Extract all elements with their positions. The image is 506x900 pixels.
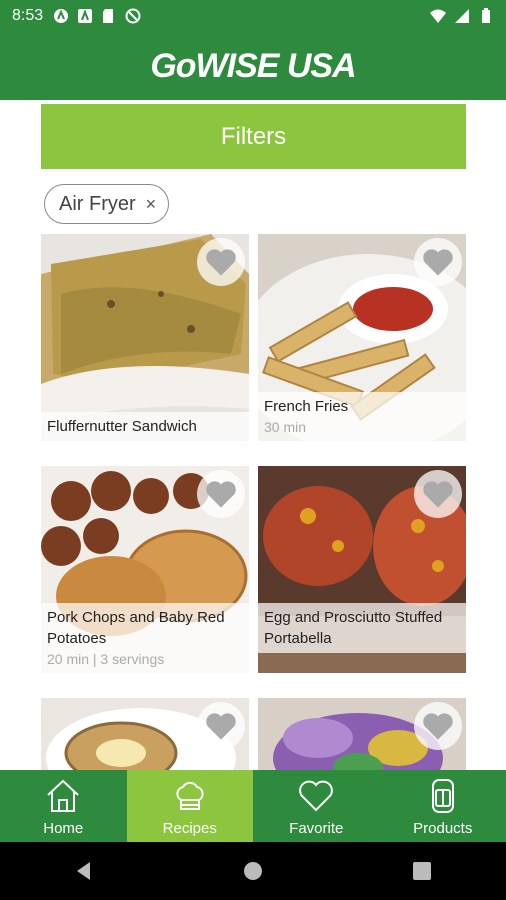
filter-chip-air-fryer[interactable]: Air Fryer × — [44, 184, 170, 224]
recipe-meta: 30 min — [264, 419, 307, 435]
filters-button[interactable]: Filters — [41, 104, 466, 169]
app-bar: GoWISE USA — [0, 32, 506, 100]
bottom-navigation: Home Recipes Favorite Products — [0, 770, 506, 842]
favorite-button[interactable] — [197, 702, 245, 750]
recipe-card[interactable]: Fluffernutter Sandwich — [41, 234, 249, 441]
favorite-button[interactable] — [414, 702, 462, 750]
nav-favorite[interactable]: Favorite — [253, 770, 380, 842]
favorite-button[interactable] — [197, 238, 245, 286]
heart-icon — [206, 249, 236, 276]
close-icon[interactable]: × — [146, 194, 157, 215]
recipe-info: Fluffernutter Sandwich — [41, 412, 249, 441]
heart-icon — [206, 481, 236, 508]
nav-recipes-label: Recipes — [162, 819, 217, 837]
recipe-card[interactable]: Egg and Prosciutto Stuffed Portabella — [258, 466, 466, 673]
heart-icon — [299, 780, 334, 811]
a-circle-icon — [54, 9, 69, 23]
nav-favorite-label: Favorite — [289, 819, 344, 837]
recipe-info: French Fries 30 min — [258, 392, 466, 441]
gowise-usa-logo: GoWISE USA — [150, 46, 356, 85]
sd-card-icon — [103, 9, 114, 23]
notification-icons — [53, 8, 141, 24]
heart-icon — [423, 249, 453, 276]
nav-products[interactable]: Products — [380, 770, 506, 842]
nav-products-label: Products — [413, 819, 473, 837]
nav-home[interactable]: Home — [0, 770, 127, 842]
battery-icon — [482, 8, 490, 23]
nav-home-label: Home — [43, 819, 84, 837]
filter-chip-label: Air Fryer — [59, 192, 136, 215]
recipe-info: Egg and Prosciutto Stuffed Portabella — [258, 603, 466, 653]
home-circle-icon[interactable] — [242, 860, 264, 882]
favorite-button[interactable] — [414, 470, 462, 518]
chef-hat-icon — [176, 781, 204, 810]
recipe-info: Pork Chops and Baby Red Potatoes 20 min … — [41, 603, 249, 673]
nav-recipes[interactable]: Recipes — [126, 770, 253, 842]
status-time: 8:53 — [12, 7, 44, 24]
recipe-title: French Fries — [264, 398, 349, 415]
air-fryer-icon — [431, 778, 454, 813]
system-navigation-bar — [0, 842, 506, 900]
recipe-title: Fluffernutter Sandwich — [47, 418, 197, 435]
recipe-meta: 20 min | 3 servings — [47, 651, 165, 667]
favorite-button[interactable] — [197, 470, 245, 518]
recents-icon[interactable] — [411, 860, 433, 882]
status-bar: 8:53 — [0, 0, 506, 32]
recipe-title: Egg and Prosciutto Stuffed Portabella — [264, 609, 443, 647]
favorite-button[interactable] — [414, 238, 462, 286]
recipe-card[interactable] — [41, 698, 249, 770]
heart-icon — [423, 713, 453, 740]
recipe-card[interactable]: French Fries 30 min — [258, 234, 466, 441]
heart-icon — [206, 713, 236, 740]
wifi-icon — [430, 9, 446, 23]
recipe-title: Pork Chops and Baby Red Potatoes — [47, 609, 225, 647]
no-sync-icon — [125, 8, 141, 24]
recipe-card[interactable]: Pork Chops and Baby Red Potatoes 20 min … — [41, 466, 249, 673]
a-square-icon — [78, 9, 93, 23]
heart-icon — [423, 481, 453, 508]
system-status-icons — [430, 8, 494, 24]
cellular-icon — [455, 9, 469, 23]
house-icon — [47, 779, 79, 812]
recipe-card[interactable] — [258, 698, 466, 770]
recipe-list[interactable]: Filters Air Fryer × Fluffernutter Sandwi… — [0, 100, 506, 770]
back-icon[interactable] — [73, 860, 95, 882]
